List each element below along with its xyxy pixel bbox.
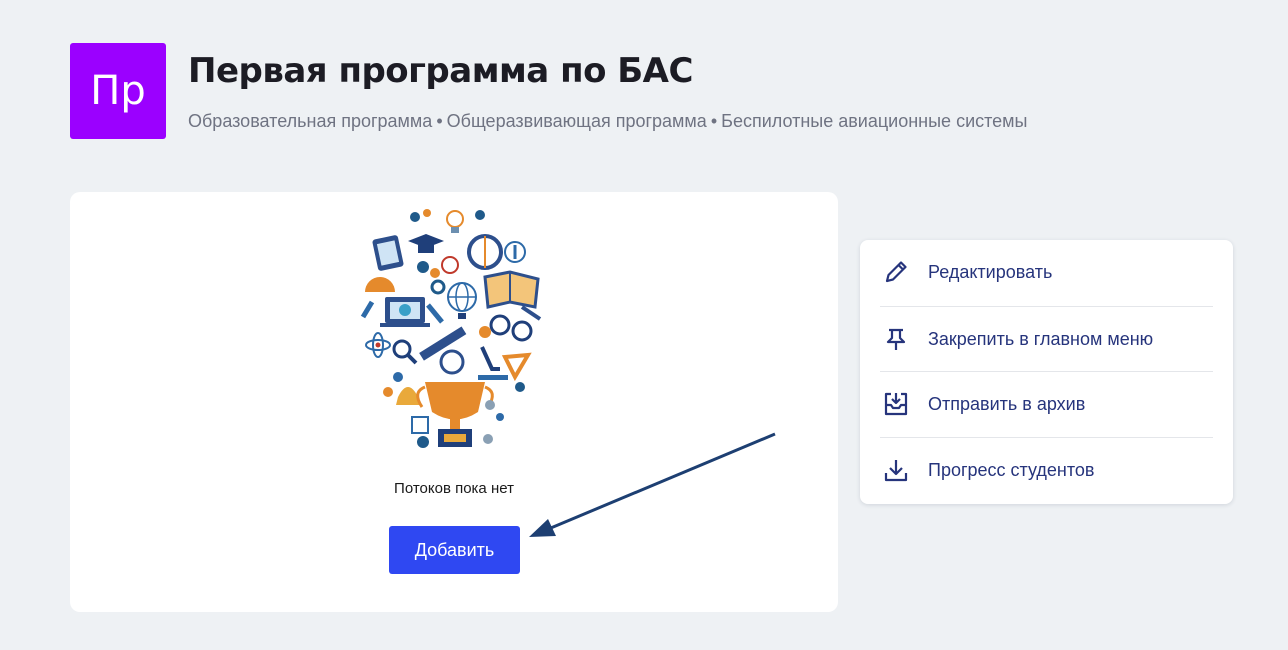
program-avatar: Пр xyxy=(70,43,166,139)
pin-icon xyxy=(882,325,910,353)
progress-action-label: Прогресс студентов xyxy=(928,459,1095,480)
tag-direction: Беспилотные авиационные системы xyxy=(721,111,1028,131)
archive-action[interactable]: Отправить в архив xyxy=(880,371,1213,436)
streams-card: Потоков пока нет Добавить xyxy=(70,192,838,612)
edit-action[interactable]: Редактировать xyxy=(880,240,1213,304)
page-title: Первая программа по БАС xyxy=(188,51,693,91)
pin-action-label: Закрепить в главном меню xyxy=(928,328,1154,349)
edit-action-label: Редактировать xyxy=(928,261,1053,282)
pin-action[interactable]: Закрепить в главном меню xyxy=(880,306,1213,371)
tag-type: Образовательная программа xyxy=(188,111,433,131)
download-icon xyxy=(882,456,910,484)
pencil-icon xyxy=(882,258,910,286)
archive-icon xyxy=(882,390,910,418)
program-actions-menu: Редактировать Закрепить в главном меню О… xyxy=(860,240,1233,504)
progress-action[interactable]: Прогресс студентов xyxy=(880,437,1213,502)
add-stream-button[interactable]: Добавить xyxy=(389,526,520,574)
program-tags: Образовательная программа • Общеразвивающа… xyxy=(188,111,1028,131)
archive-action-label: Отправить в архив xyxy=(928,393,1086,414)
tag-kind: Общеразвивающая программа xyxy=(446,111,707,131)
education-illustration xyxy=(360,209,542,448)
empty-state-text: Потоков пока нет xyxy=(394,480,514,497)
